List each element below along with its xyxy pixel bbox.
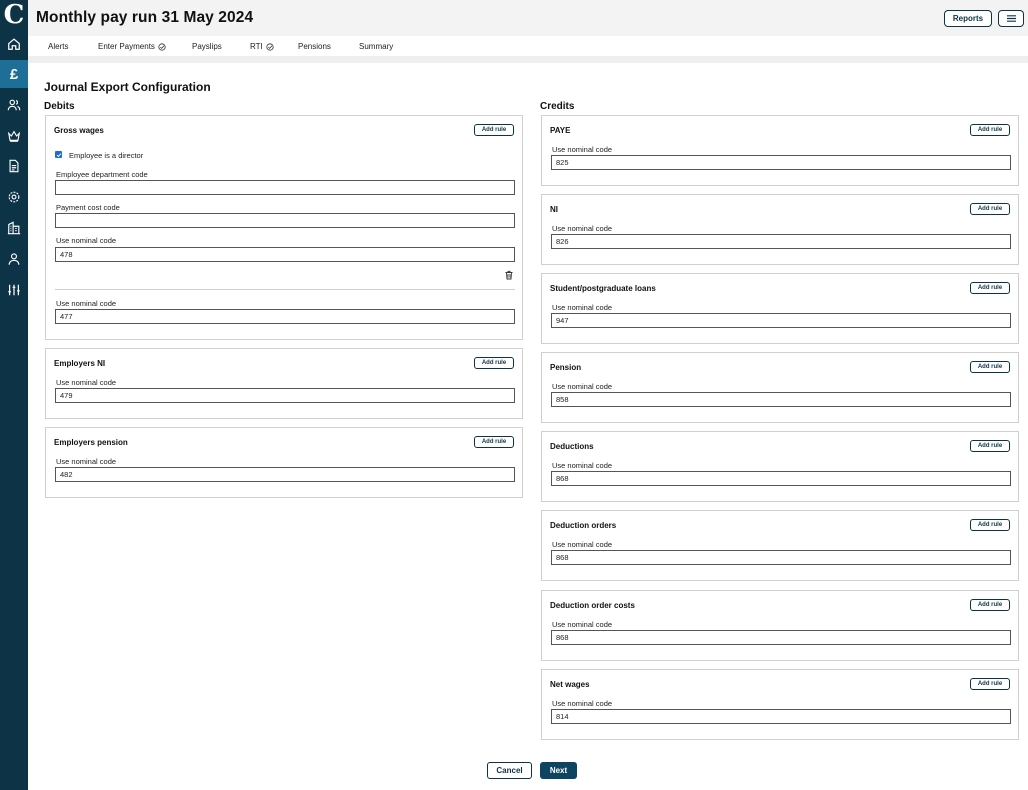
tab-payslips[interactable]: Payslips (192, 42, 222, 51)
card-title: NI (550, 205, 558, 214)
tab-summary[interactable]: Summary (359, 42, 393, 51)
add-rule-button[interactable]: Add rule (474, 436, 514, 448)
credit-card-student-loans: Student/postgraduate loans Add rule Use … (541, 273, 1019, 344)
nominal-code-label: Use nominal code (552, 540, 613, 549)
card-title: Gross wages (54, 126, 104, 135)
tab-enter-payments[interactable]: Enter Payments (98, 42, 166, 51)
director-checkbox-label: Employee is a director (69, 151, 144, 160)
checkmark-icon (56, 152, 61, 157)
nominal-code-label: Use nominal code (552, 620, 613, 629)
nominal-code-label: Use nominal code (552, 224, 613, 233)
card-title: Pension (550, 363, 582, 372)
document-icon[interactable] (0, 152, 28, 180)
nominal-code-label: Use nominal code (56, 378, 117, 387)
nominal-code-label: Use nominal code (552, 382, 613, 391)
add-rule-button[interactable]: Add rule (474, 357, 514, 369)
credit-card-ni: NI Add rule Use nominal code 826 (541, 194, 1019, 265)
nominal-code-input[interactable]: 947 (551, 313, 1011, 328)
debits-heading: Debits (44, 101, 75, 112)
card-title: Deduction orders (550, 521, 617, 530)
crown-icon[interactable] (0, 122, 28, 150)
add-rule-button[interactable]: Add rule (970, 282, 1010, 294)
credit-card-deduction-orders: Deduction orders Add rule Use nominal co… (541, 510, 1019, 581)
tab-pensions[interactable]: Pensions (298, 42, 331, 51)
sliders-icon[interactable] (0, 276, 28, 304)
gross-wages-card: Gross wages Add rule Employee is a direc… (45, 115, 523, 340)
reports-button[interactable]: Reports (944, 10, 992, 27)
gear-icon[interactable] (0, 183, 28, 211)
nominal-code-label: Use nominal code (552, 303, 613, 312)
nominal-code-input[interactable]: 868 (551, 471, 1011, 486)
nominal-code-input[interactable]: 477 (55, 309, 515, 324)
nominal-code-input[interactable]: 478 (55, 247, 515, 262)
card-title: PAYE (550, 126, 571, 135)
nominal-code-label: Use nominal code (552, 699, 613, 708)
payment-cost-code-label: Payment cost code (56, 203, 120, 212)
card-title: Employers pension (54, 438, 128, 447)
card-title: Deduction order costs (550, 601, 635, 610)
card-title: Net wages (550, 680, 590, 689)
credit-card-pension: Pension Add rule Use nominal code 858 (541, 352, 1019, 423)
add-rule-button[interactable]: Add rule (970, 678, 1010, 690)
nominal-code-label: Use nominal code (56, 299, 117, 308)
nominal-code-input[interactable]: 814 (551, 709, 1011, 724)
users-icon[interactable] (0, 91, 28, 119)
card-title: Deductions (550, 442, 594, 451)
credits-heading: Credits (540, 101, 575, 112)
rule-divider (55, 289, 515, 290)
add-rule-button[interactable]: Add rule (970, 124, 1010, 136)
add-rule-button[interactable]: Add rule (970, 599, 1010, 611)
page-title: Monthly pay run 31 May 2024 (36, 9, 254, 26)
director-checkbox[interactable] (55, 151, 62, 158)
nominal-code-input[interactable]: 482 (55, 467, 515, 482)
credit-card-paye: PAYE Add rule Use nominal code 825 (541, 115, 1019, 186)
employers-pension-card: Employers pension Add rule Use nominal c… (45, 427, 523, 498)
hamburger-icon (1006, 15, 1016, 22)
building-icon[interactable] (0, 214, 28, 242)
tab-alerts[interactable]: Alerts (48, 42, 68, 51)
add-rule-button[interactable]: Add rule (970, 440, 1010, 452)
page-header: Monthly pay run 31 May 2024 Reports (28, 0, 1028, 36)
nominal-code-label: Use nominal code (56, 236, 117, 245)
nominal-code-input[interactable]: 479 (55, 388, 515, 403)
menu-button[interactable] (998, 10, 1024, 27)
home-icon[interactable] (0, 30, 28, 58)
trash-icon[interactable] (504, 270, 514, 280)
nominal-code-input[interactable]: 825 (551, 155, 1011, 170)
nominal-code-label: Use nominal code (552, 461, 613, 470)
sidebar: C £ (0, 0, 28, 790)
pound-icon[interactable]: £ (0, 60, 28, 88)
credit-card-deductions: Deductions Add rule Use nominal code 868 (541, 431, 1019, 502)
credit-card-deduction-order-costs: Deduction order costs Add rule Use nomin… (541, 590, 1019, 661)
employers-ni-card: Employers NI Add rule Use nominal code 4… (45, 348, 523, 419)
card-title: Student/postgraduate loans (550, 284, 656, 293)
credit-card-net-wages: Net wages Add rule Use nominal code 814 (541, 669, 1019, 740)
check-circle-icon (266, 42, 274, 51)
add-rule-button[interactable]: Add rule (970, 361, 1010, 373)
payment-cost-code-input[interactable] (55, 213, 515, 228)
add-rule-button[interactable]: Add rule (970, 519, 1010, 531)
nominal-code-input[interactable]: 868 (551, 550, 1011, 565)
tab-bar-shadow (28, 56, 1028, 63)
app-logo[interactable]: C (0, 0, 28, 30)
add-rule-button[interactable]: Add rule (970, 203, 1010, 215)
add-rule-button[interactable]: Add rule (474, 124, 514, 136)
person-icon[interactable] (0, 245, 28, 273)
card-title: Employers NI (54, 359, 106, 368)
section-heading: Journal Export Configuration (44, 80, 211, 94)
nominal-code-input[interactable]: 868 (551, 630, 1011, 645)
nominal-code-input[interactable]: 858 (551, 392, 1011, 407)
department-code-input[interactable] (55, 180, 515, 195)
nominal-code-label: Use nominal code (552, 145, 613, 154)
check-circle-icon (158, 42, 166, 51)
tab-rti[interactable]: RTI (250, 42, 274, 51)
department-code-label: Employee department code (56, 170, 148, 179)
nominal-code-label: Use nominal code (56, 457, 117, 466)
cancel-button[interactable]: Cancel (487, 762, 532, 779)
next-button[interactable]: Next (540, 762, 577, 779)
nominal-code-input[interactable]: 826 (551, 234, 1011, 249)
tab-bar: Alerts Enter Payments Payslips RTI Pensi… (28, 36, 1028, 56)
